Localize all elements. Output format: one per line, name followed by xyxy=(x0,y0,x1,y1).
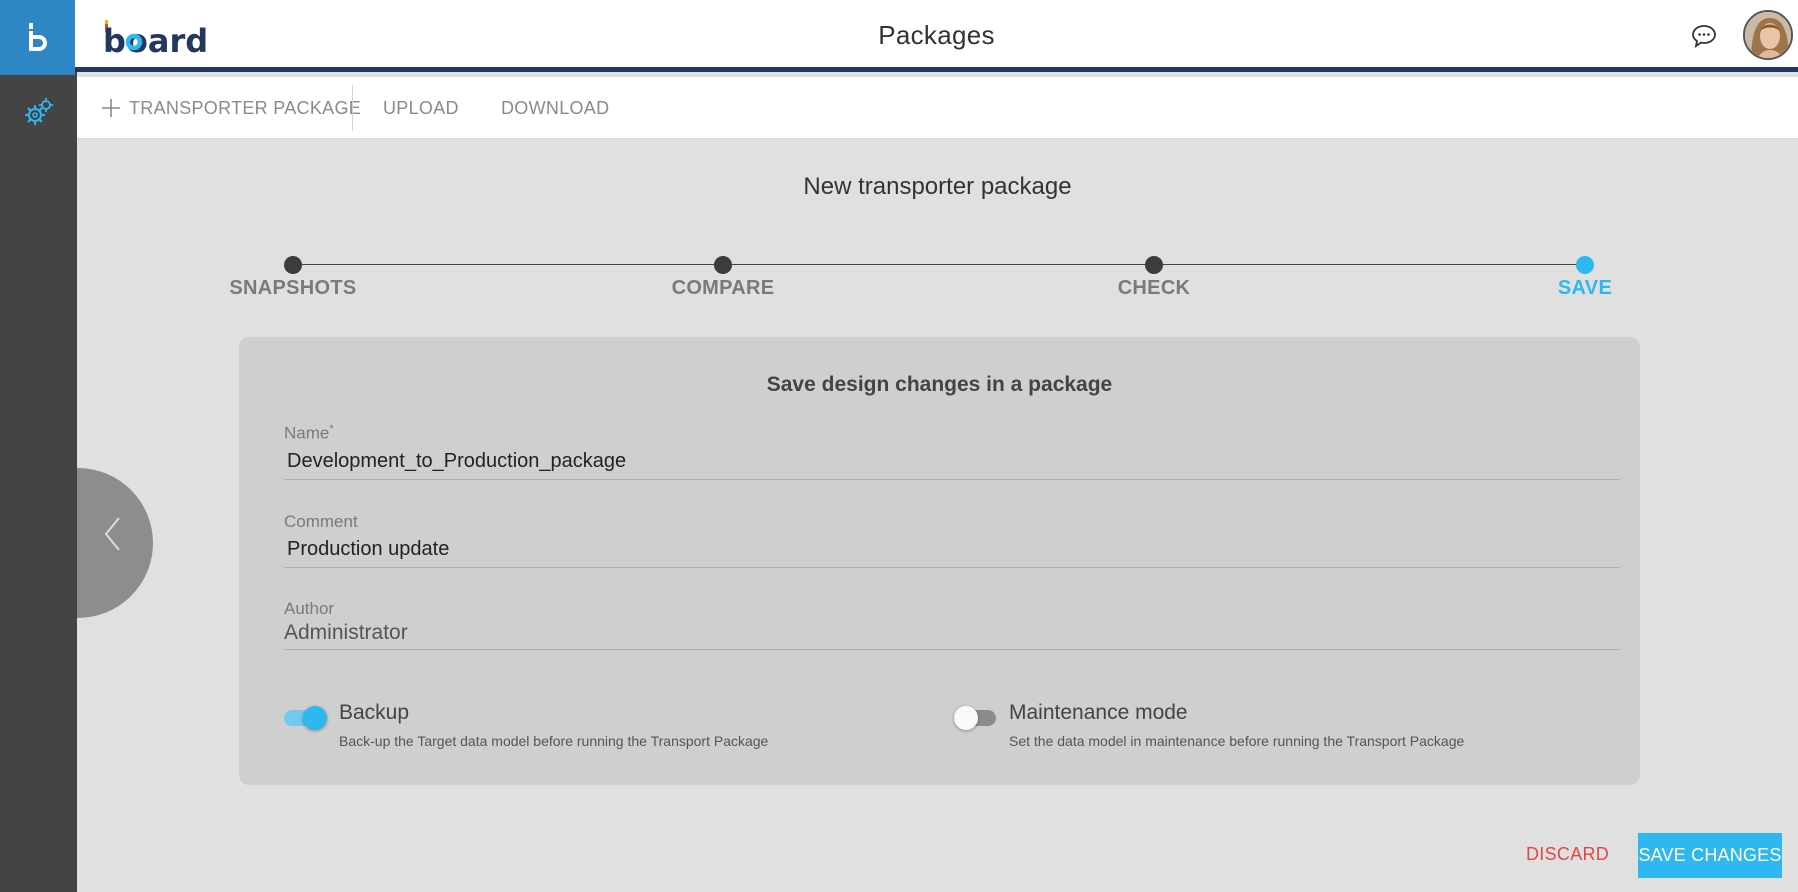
upload-button[interactable]: UPLOAD xyxy=(383,77,459,139)
step-dot xyxy=(714,256,732,274)
chevron-left-icon xyxy=(104,517,120,551)
wizard-title: New transporter package xyxy=(803,173,1072,200)
chat-bubble-icon[interactable] xyxy=(1691,24,1717,53)
backup-toggle[interactable] xyxy=(284,703,328,730)
gears-icon xyxy=(24,97,53,126)
step-dot xyxy=(1576,256,1594,274)
maintenance-toggle[interactable] xyxy=(954,703,998,730)
discard-button[interactable]: DISCARD xyxy=(1526,844,1609,865)
step-save[interactable]: SAVE xyxy=(1485,256,1685,300)
form-title: Save design changes in a package xyxy=(766,373,1113,396)
user-avatar[interactable] xyxy=(1743,10,1793,60)
new-transporter-package-button[interactable]: TRANSPORTER PACKAGE xyxy=(101,77,361,139)
new-transporter-package-label: TRANSPORTER PACKAGE xyxy=(129,97,362,118)
name-input[interactable] xyxy=(284,443,1620,479)
required-mark: * xyxy=(329,423,334,435)
author-value: Administrator xyxy=(284,621,408,644)
download-button[interactable]: DOWNLOAD xyxy=(501,77,609,139)
name-label: Name* xyxy=(284,423,334,443)
maintenance-description: Set the data model in maintenance before… xyxy=(1009,733,1465,749)
step-snapshots[interactable]: SNAPSHOTS xyxy=(193,256,393,300)
step-label: SAVE xyxy=(1557,277,1613,299)
toolbar: TRANSPORTER PACKAGE UPLOAD DOWNLOAD xyxy=(77,77,1798,139)
author-label: Author xyxy=(284,599,335,618)
comment-input[interactable] xyxy=(284,532,1620,567)
stepper-line xyxy=(292,264,1586,265)
toolbar-divider xyxy=(352,85,353,131)
name-field: Name* xyxy=(284,423,1620,480)
step-label: CHECK xyxy=(1117,277,1191,299)
page-title: Packages xyxy=(878,20,995,50)
author-field: Author Administrator xyxy=(284,599,1620,650)
step-dot xyxy=(284,256,302,274)
step-check[interactable]: CHECK xyxy=(1054,256,1254,300)
step-compare[interactable]: COMPARE xyxy=(623,256,823,300)
sidebar-lower xyxy=(0,400,77,700)
step-label: COMPARE xyxy=(671,277,775,299)
comment-label: Comment xyxy=(284,512,358,531)
app-logo-tile[interactable] xyxy=(0,0,75,75)
toggle-knob xyxy=(303,706,327,730)
plus-icon xyxy=(102,99,120,117)
save-package-form: Save design changes in a package Name* C… xyxy=(239,337,1640,785)
backup-description: Back-up the Target data model before run… xyxy=(339,733,769,749)
save-changes-button[interactable]: SAVE CHANGES xyxy=(1638,833,1782,878)
app-header: board Packages xyxy=(75,0,1798,72)
maintenance-label: Maintenance mode xyxy=(1009,701,1188,724)
settings-menu-item[interactable] xyxy=(0,75,77,149)
step-dot xyxy=(1145,256,1163,274)
comment-field: Comment xyxy=(284,512,1620,568)
board-b-icon xyxy=(28,22,47,51)
step-label: SNAPSHOTS xyxy=(229,277,357,299)
toggle-knob xyxy=(954,706,978,730)
backup-label: Backup xyxy=(339,701,410,724)
